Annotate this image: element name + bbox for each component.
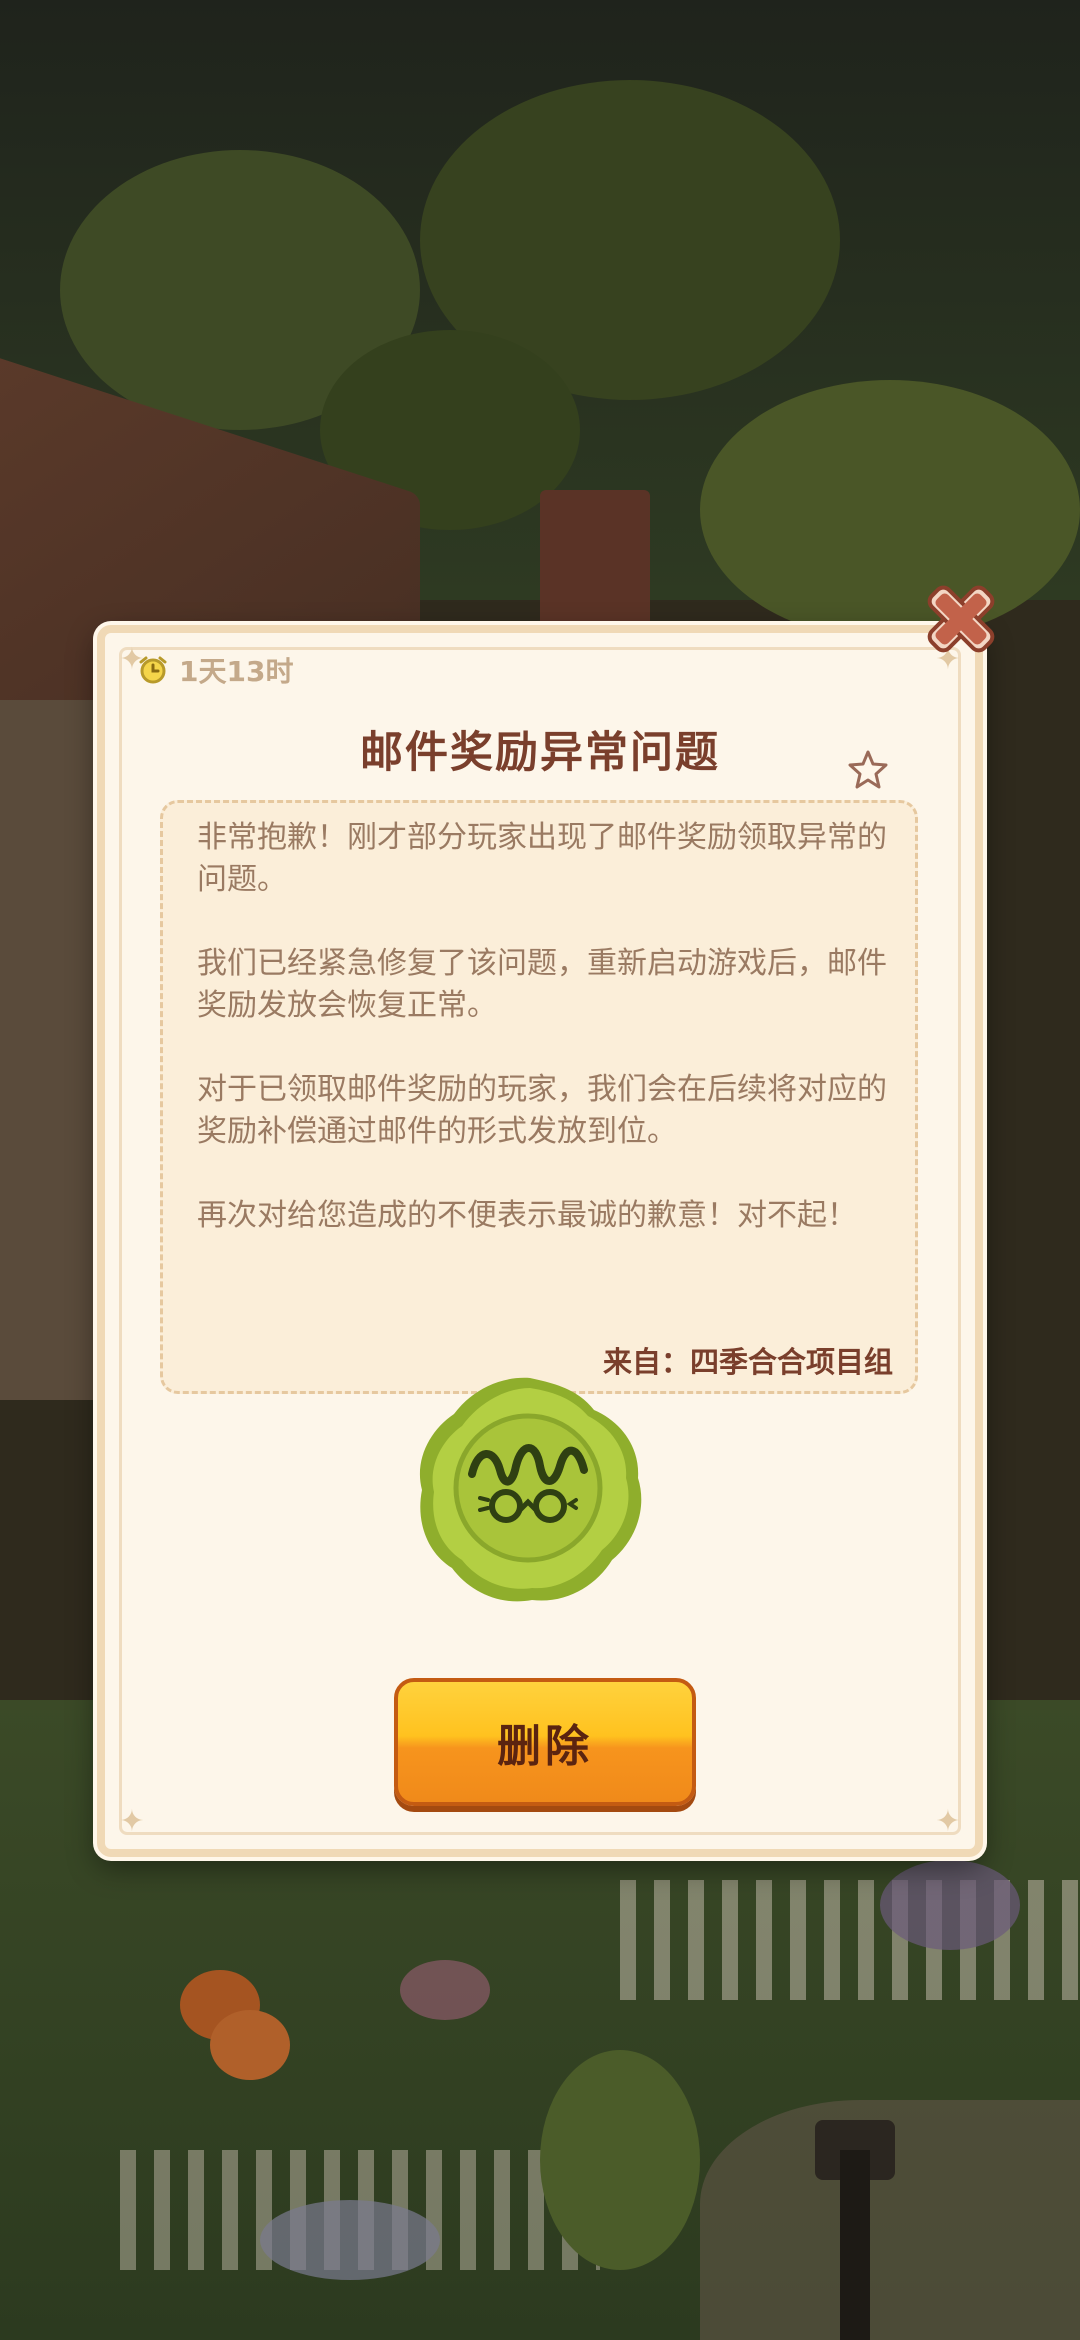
mail-body: 非常抱歉！刚才部分玩家出现了邮件奖励领取异常的问题。 我们已经紧急修复了该问题，…	[197, 817, 887, 1279]
mail-paragraph: 非常抱歉！刚才部分玩家出现了邮件奖励领取异常的问题。	[197, 820, 887, 897]
pumpkin	[210, 2010, 290, 2080]
background-tree	[700, 380, 1080, 640]
flower-bed	[400, 1960, 490, 2020]
mail-paragraph: 我们已经紧急修复了该问题，重新启动游戏后，邮件奖励发放会恢复正常。	[197, 946, 887, 1023]
close-button[interactable]	[920, 578, 1002, 660]
flower-bed	[880, 1860, 1020, 1950]
flower-bed	[260, 2200, 440, 2280]
delete-button-label: 删除	[497, 1721, 593, 1772]
street-lamp	[840, 2150, 870, 2340]
star-icon[interactable]	[846, 748, 890, 792]
mail-paragraph: 再次对给您造成的不便表示最诚的歉意！对不起！	[197, 1198, 857, 1233]
delete-button[interactable]: 删除	[394, 1678, 696, 1806]
wax-seal-icon	[419, 1377, 642, 1602]
garden-bush	[540, 2050, 700, 2270]
expiry-timer: 1天13时	[137, 650, 293, 690]
corner-ornament-icon: ✦	[935, 1804, 961, 1839]
close-icon	[927, 585, 995, 653]
timer-text: 1天13时	[179, 655, 294, 688]
alarm-clock-icon	[139, 656, 167, 684]
mail-letter: 非常抱歉！刚才部分玩家出现了邮件奖励领取异常的问题。 我们已经紧急修复了该问题，…	[160, 800, 918, 1394]
corner-ornament-icon: ✦	[119, 1804, 145, 1839]
mail-paragraph: 对于已领取邮件奖励的玩家，我们会在后续将对应的奖励补偿通过邮件的形式发放到位。	[197, 1072, 887, 1149]
